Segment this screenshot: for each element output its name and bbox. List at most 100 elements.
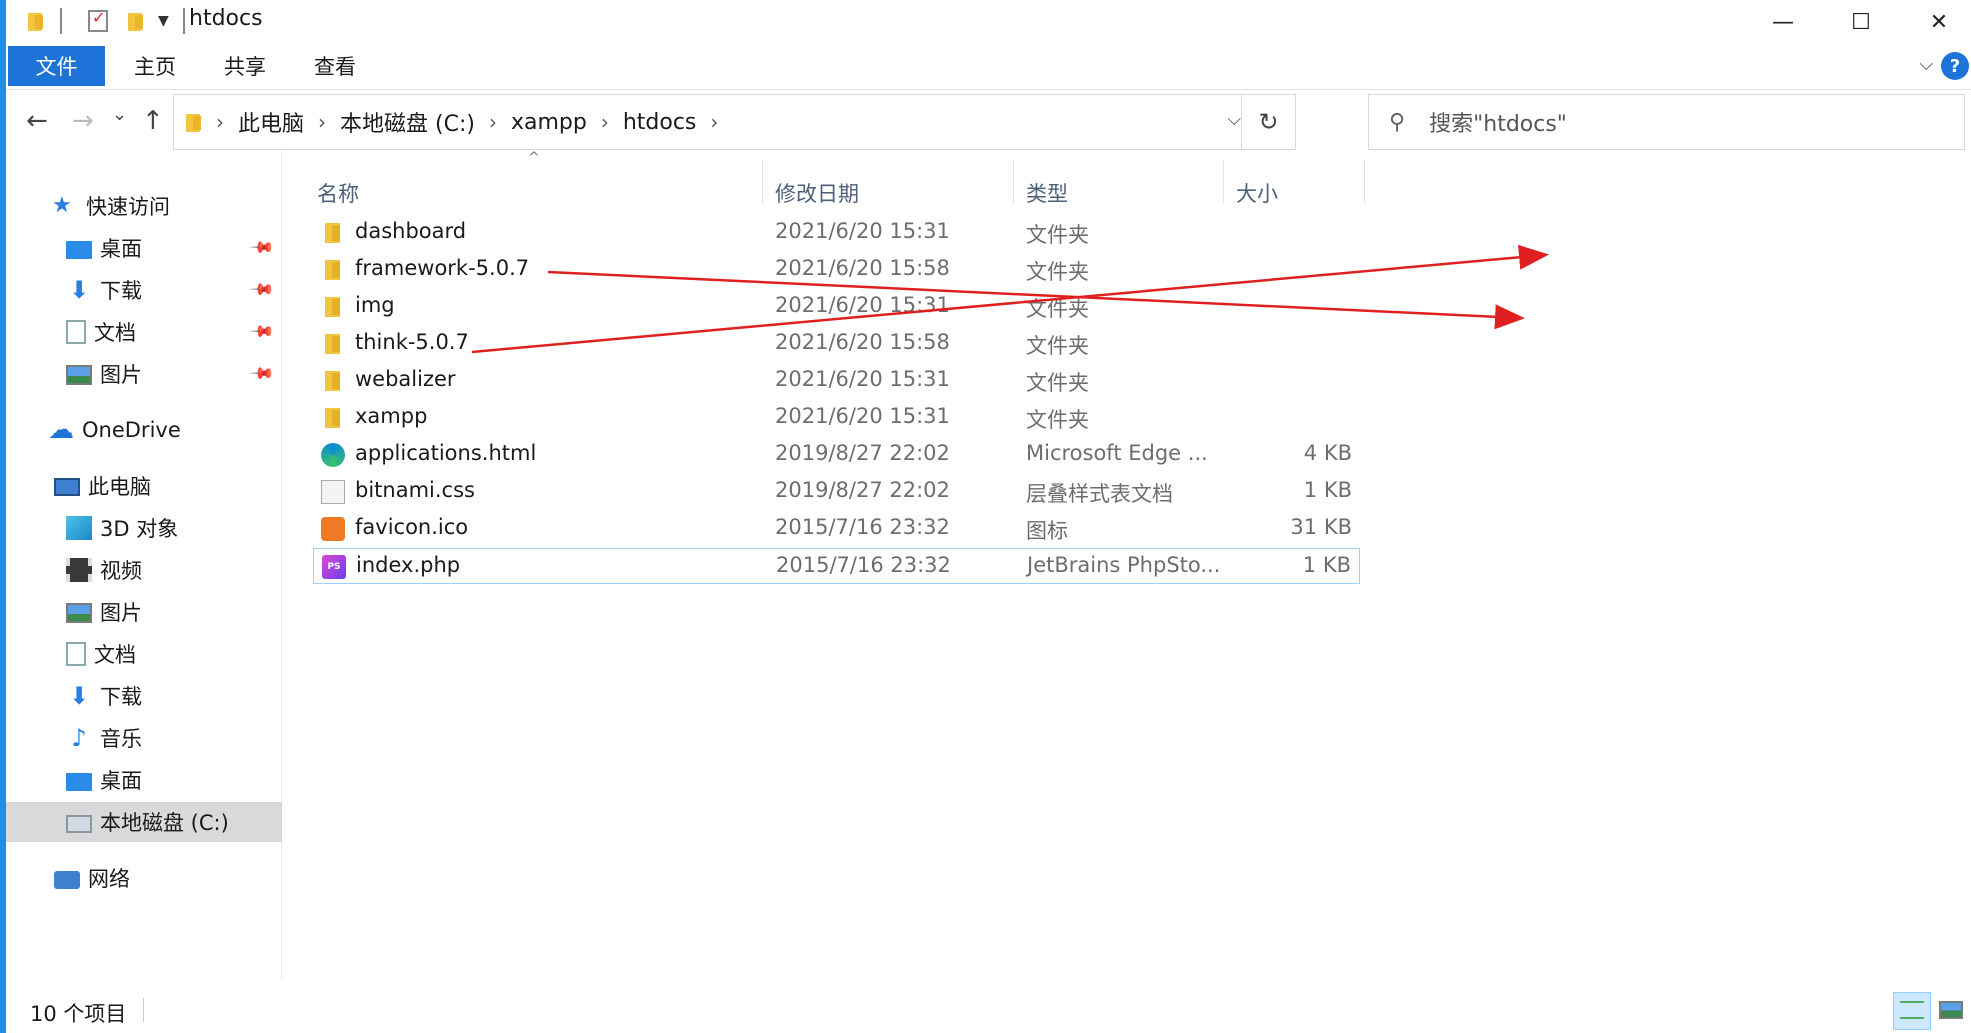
- file-row[interactable]: think-5.0.7 2021/6/20 15:58 文件夹: [313, 326, 1360, 362]
- folder-icon: [321, 406, 345, 430]
- large-icons-view-button[interactable]: [1933, 992, 1971, 1030]
- music-icon: ♪: [71, 724, 87, 752]
- window-title: htdocs: [189, 6, 263, 31]
- sidebar-item-documents[interactable]: 文档: [6, 634, 282, 674]
- sidebar-item-music[interactable]: ♪ 音乐: [6, 718, 282, 758]
- breadcrumb-local-disk[interactable]: 本地磁盘 (C:): [340, 106, 475, 138]
- xampp-ico-icon: [321, 517, 345, 541]
- document-icon: [66, 642, 86, 666]
- chevron-right-icon[interactable]: ›: [318, 110, 326, 134]
- sidebar-item-label: 桌面: [100, 769, 142, 793]
- quick-access-toolbar: ✓ ▼: [26, 8, 185, 34]
- expand-ribbon-chevron-icon[interactable]: ⌵: [1919, 54, 1933, 75]
- file-size: 1 KB: [1302, 553, 1351, 577]
- column-divider[interactable]: [1364, 160, 1365, 204]
- sidebar-item-network[interactable]: 网络: [6, 858, 282, 898]
- address-bar[interactable]: › 此电脑 › 本地磁盘 (C:) › xampp › htdocs › ⌵ ↻: [173, 94, 1296, 150]
- pin-icon[interactable]: 📌: [248, 318, 276, 346]
- sidebar-item-desktop-pinned[interactable]: 桌面 📌: [6, 228, 282, 268]
- file-size: 4 KB: [1303, 441, 1352, 465]
- chevron-right-icon[interactable]: ›: [710, 110, 718, 134]
- sidebar-item-local-disk[interactable]: 本地磁盘 (C:): [6, 802, 282, 842]
- sidebar-item-label: 文档: [94, 321, 136, 345]
- tab-home[interactable]: 主页: [118, 46, 192, 86]
- folder-icon: [321, 258, 345, 282]
- phpstorm-file-icon: PS: [322, 555, 346, 579]
- search-placeholder[interactable]: 搜索"htdocs": [1429, 106, 1567, 138]
- forward-button[interactable]: →: [72, 106, 94, 136]
- minimize-button[interactable]: —: [1748, 4, 1818, 40]
- file-name: webalizer: [355, 367, 456, 391]
- properties-icon[interactable]: ✓: [88, 8, 108, 32]
- close-button[interactable]: ✕: [1904, 4, 1971, 40]
- chevron-right-icon[interactable]: ›: [489, 110, 497, 134]
- sidebar-item-this-pc[interactable]: 此电脑: [6, 466, 282, 506]
- sidebar-item-downloads[interactable]: ⬇ 下载: [6, 676, 282, 716]
- pin-icon[interactable]: 📌: [248, 234, 276, 262]
- file-row[interactable]: webalizer 2021/6/20 15:31 文件夹: [313, 363, 1360, 399]
- local-disk-icon: [66, 814, 92, 833]
- maximize-button[interactable]: ☐: [1826, 4, 1896, 40]
- tab-view[interactable]: 查看: [298, 46, 372, 86]
- address-history-dropdown-icon[interactable]: ⌵: [1227, 109, 1241, 130]
- help-icon[interactable]: ?: [1941, 52, 1969, 80]
- tab-file[interactable]: 文件: [8, 46, 105, 86]
- sidebar-item-3d-objects[interactable]: 3D 对象: [6, 508, 282, 548]
- file-row[interactable]: bitnami.css 2019/8/27 22:02 层叠样式表文档 1 KB: [313, 474, 1360, 510]
- tab-share[interactable]: 共享: [208, 46, 282, 86]
- column-header-type[interactable]: 类型: [1026, 178, 1068, 208]
- new-folder-icon[interactable]: [126, 10, 144, 32]
- this-pc-icon: [54, 478, 80, 496]
- sidebar-item-downloads-pinned[interactable]: ⬇ 下载 📌: [6, 270, 282, 310]
- breadcrumb-htdocs[interactable]: htdocs: [623, 110, 697, 135]
- sidebar-item-pictures-pinned[interactable]: 图片 📌: [6, 354, 282, 394]
- pin-icon[interactable]: 📌: [248, 276, 276, 304]
- folder-icon: [321, 221, 345, 245]
- search-box[interactable]: ⚲ 搜索"htdocs": [1368, 94, 1965, 150]
- file-row[interactable]: xampp 2021/6/20 15:31 文件夹: [313, 400, 1360, 436]
- up-button[interactable]: ↑: [142, 106, 164, 136]
- sidebar-item-desktop[interactable]: 桌面: [6, 760, 282, 800]
- file-date: 2015/7/16 23:32: [776, 553, 951, 577]
- column-divider[interactable]: [1013, 160, 1014, 204]
- breadcrumb-this-pc[interactable]: 此电脑: [238, 106, 304, 138]
- file-row[interactable]: img 2021/6/20 15:31 文件夹: [313, 289, 1360, 325]
- file-date: 2019/8/27 22:02: [775, 441, 950, 465]
- chevron-right-icon[interactable]: ›: [601, 110, 609, 134]
- sidebar-item-onedrive[interactable]: ☁ OneDrive: [6, 410, 282, 450]
- file-size: 31 KB: [1290, 515, 1352, 539]
- file-row[interactable]: framework-5.0.7 2021/6/20 15:58 文件夹: [313, 252, 1360, 288]
- onedrive-icon: ☁: [48, 415, 74, 445]
- sidebar-item-label: 文档: [94, 643, 136, 667]
- column-header-name[interactable]: 名称: [317, 178, 359, 208]
- search-icon: ⚲: [1389, 109, 1406, 135]
- pin-icon[interactable]: 📌: [248, 360, 276, 388]
- file-row[interactable]: applications.html 2019/8/27 22:02 Micros…: [313, 437, 1360, 473]
- refresh-button[interactable]: ↻: [1241, 95, 1295, 149]
- back-button[interactable]: ←: [26, 106, 48, 136]
- folder-icon: [321, 369, 345, 393]
- customize-toolbar-icon[interactable]: ▼: [158, 13, 169, 29]
- column-header-size[interactable]: 大小: [1236, 178, 1278, 208]
- sidebar-item-documents-pinned[interactable]: 文档 📌: [6, 312, 282, 352]
- sidebar-item-label: 图片: [100, 601, 142, 625]
- sidebar-item-videos[interactable]: 视频: [6, 550, 282, 590]
- column-header-date[interactable]: 修改日期: [775, 178, 859, 208]
- checkmark-icon: ✓: [92, 8, 106, 27]
- file-row[interactable]: PS index.php 2015/7/16 23:32 JetBrains P…: [313, 548, 1360, 584]
- download-icon: ⬇: [68, 682, 90, 710]
- sidebar-item-quick-access[interactable]: ★ 快速访问: [6, 186, 282, 226]
- file-row[interactable]: favicon.ico 2015/7/16 23:32 图标 31 KB: [313, 511, 1360, 547]
- file-row[interactable]: dashboard 2021/6/20 15:31 文件夹: [313, 215, 1360, 251]
- breadcrumb-xampp[interactable]: xampp: [511, 110, 587, 135]
- sidebar-item-pictures[interactable]: 图片: [6, 592, 282, 632]
- column-divider[interactable]: [762, 160, 763, 204]
- recent-locations-button[interactable]: ⌄: [112, 104, 127, 125]
- file-size: 1 KB: [1303, 478, 1352, 502]
- file-name: applications.html: [355, 441, 537, 465]
- column-divider[interactable]: [1223, 160, 1224, 204]
- file-date: 2021/6/20 15:31: [775, 293, 950, 317]
- details-view-button[interactable]: [1893, 992, 1931, 1030]
- star-icon: ★: [52, 193, 72, 218]
- sidebar-item-label: 下载: [100, 279, 142, 303]
